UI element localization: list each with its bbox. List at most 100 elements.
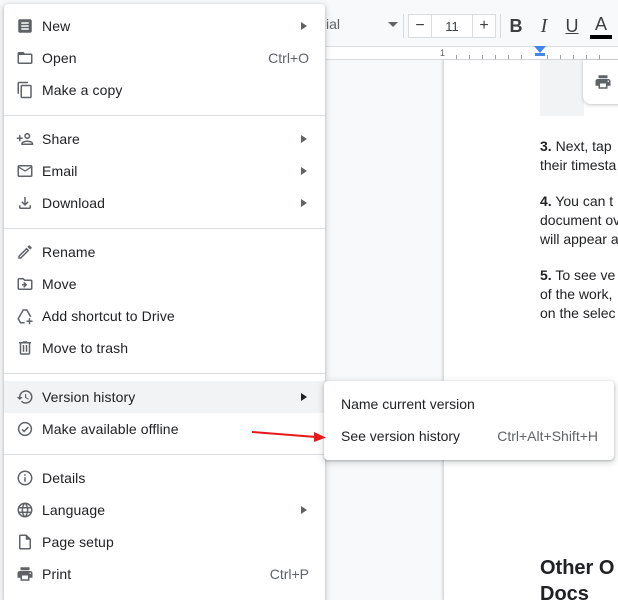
trash-icon [15, 338, 35, 358]
submenu-item-see-version-history[interactable]: See version history Ctrl+Alt+Shift+H [324, 420, 614, 452]
menu-item-language[interactable]: Language [4, 494, 325, 526]
document-paragraph: 5. To see ve of the work, on the selec [540, 266, 618, 323]
font-size-input[interactable]: 11 [431, 14, 473, 38]
menu-item-label: Add shortcut to Drive [42, 308, 175, 324]
offline-check-icon [15, 419, 35, 439]
menu-item-move-to-trash[interactable]: Move to trash [4, 332, 325, 364]
ruler-tick [456, 55, 457, 59]
paragraph-line: To see ve [551, 267, 616, 283]
globe-icon [15, 500, 35, 520]
menu-item-label: Move to trash [42, 340, 129, 356]
page-icon [15, 532, 35, 552]
submenu-arrow-icon [301, 506, 307, 514]
paragraph-line: document ov [540, 212, 618, 228]
step-number: 4. [540, 193, 552, 209]
submenu-item-name-current-version[interactable]: Name current version [324, 388, 614, 420]
menu-item-label: Language [42, 502, 106, 518]
menu-item-label: Email [42, 163, 78, 179]
menu-item-label: New [42, 18, 71, 34]
document-paragraph: 4. You can t document ov will appear a [540, 192, 618, 249]
ruler-number: 1 [440, 48, 446, 58]
pencil-icon [15, 242, 35, 262]
ruler-tick [547, 55, 548, 59]
menu-item-label: Details [42, 470, 86, 486]
menu-item-label: Make available offline [42, 421, 179, 437]
menu-item-shortcut: Ctrl+O [268, 50, 309, 66]
menu-divider [4, 228, 325, 229]
ruler[interactable]: 1 [326, 46, 618, 60]
font-dropdown-caret-icon[interactable] [388, 22, 398, 27]
paragraph-line: their timesta [540, 157, 617, 173]
menu-item-details[interactable]: Details [4, 462, 325, 494]
decrease-font-size-button[interactable]: − [408, 14, 432, 38]
menu-item-version-history[interactable]: Version history [4, 381, 325, 413]
submenu-arrow-icon [301, 393, 307, 401]
paragraph-line: of the work, [540, 286, 613, 302]
paragraph-line: You can t [551, 193, 614, 209]
email-icon [15, 161, 35, 181]
embedded-image [540, 60, 584, 116]
move-folder-icon [15, 274, 35, 294]
submenu-item-label: See version history [341, 428, 461, 444]
ruler-tick [560, 55, 561, 59]
ruler-tick [508, 55, 509, 59]
menu-item-label: Move [42, 276, 77, 292]
submenu-item-shortcut: Ctrl+Alt+Shift+H [497, 428, 598, 444]
heading-line: Other O [540, 557, 615, 579]
submenu-arrow-icon [301, 135, 307, 143]
italic-button[interactable]: I [532, 14, 556, 38]
menu-divider [4, 454, 325, 455]
paragraph-line: will appear a [540, 231, 618, 247]
file-menu: New Open Ctrl+O Make a copy Share Email [4, 4, 325, 600]
paragraph-line: Next, tap [551, 138, 612, 154]
menu-item-label: Rename [42, 244, 96, 260]
printer-icon [15, 564, 35, 584]
ruler-tick [521, 55, 522, 59]
printer-icon [595, 75, 611, 89]
ruler-tick [469, 55, 470, 59]
version-history-submenu: Name current version See version history… [324, 381, 614, 460]
menu-item-shortcut: Ctrl+P [269, 566, 309, 582]
first-line-indent-icon[interactable] [535, 53, 545, 56]
ruler-tick [599, 55, 600, 59]
menu-item-new[interactable]: New [4, 10, 325, 42]
ruler-tick [482, 55, 483, 59]
menu-item-label: Make a copy [42, 82, 123, 98]
indent-marker-icon[interactable] [534, 46, 546, 53]
menu-divider [4, 115, 325, 116]
menu-item-rename[interactable]: Rename [4, 236, 325, 268]
menu-item-print[interactable]: Print Ctrl+P [4, 558, 325, 590]
drive-shortcut-icon [15, 306, 35, 326]
menu-item-label: Page setup [42, 534, 114, 550]
submenu-arrow-icon [301, 22, 307, 30]
menu-item-label: Share [42, 131, 80, 147]
text-color-button[interactable]: A [589, 12, 613, 36]
new-document-icon [15, 16, 35, 36]
ruler-tick [586, 55, 587, 59]
menu-item-open[interactable]: Open Ctrl+O [4, 42, 325, 74]
submenu-arrow-icon [301, 167, 307, 175]
menu-item-email[interactable]: Email [4, 155, 325, 187]
ruler-tick [573, 55, 574, 59]
menu-item-add-shortcut-to-drive[interactable]: Add shortcut to Drive [4, 300, 325, 332]
info-icon [15, 468, 35, 488]
bold-button[interactable]: B [504, 14, 528, 38]
download-icon [15, 193, 35, 213]
folder-icon [15, 48, 35, 68]
menu-item-page-setup[interactable]: Page setup [4, 526, 325, 558]
menu-item-label: Download [42, 195, 106, 211]
increase-font-size-button[interactable]: + [472, 14, 496, 38]
text-color-indicator [590, 35, 612, 39]
paragraph-line: on the selec [540, 305, 616, 321]
menu-item-label: Open [42, 50, 77, 66]
menu-item-share[interactable]: Share [4, 123, 325, 155]
menu-item-download[interactable]: Download [4, 187, 325, 219]
floating-print-button[interactable] [583, 60, 618, 104]
menu-item-label: Version history [42, 389, 136, 405]
step-number: 3. [540, 138, 552, 154]
menu-item-move[interactable]: Move [4, 268, 325, 300]
submenu-arrow-icon [301, 199, 307, 207]
underline-button[interactable]: U [560, 14, 584, 38]
menu-item-make-a-copy[interactable]: Make a copy [4, 74, 325, 106]
document-heading: Other O Docs [540, 555, 618, 600]
